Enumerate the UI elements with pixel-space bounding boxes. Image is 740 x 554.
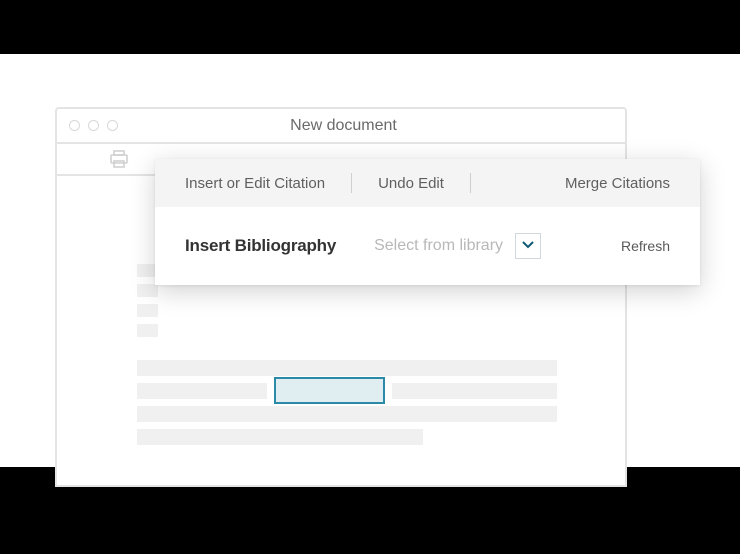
window-controls: [57, 120, 118, 131]
insert-bibliography-button[interactable]: Insert Bibliography: [185, 236, 336, 256]
placeholder-line: [392, 383, 557, 399]
library-select[interactable]: Select from library: [374, 233, 541, 259]
window-zoom-dot[interactable]: [107, 120, 118, 131]
citation-panel-toolbar: Insert or Edit Citation Undo Edit Merge …: [155, 159, 700, 207]
title-bar: New document: [57, 109, 625, 144]
refresh-button[interactable]: Refresh: [621, 238, 670, 254]
separator: [470, 173, 471, 193]
separator: [351, 173, 352, 193]
chevron-down-icon: [521, 237, 535, 255]
placeholder-line: [137, 304, 158, 317]
window-close-dot[interactable]: [69, 120, 80, 131]
merge-citations-button[interactable]: Merge Citations: [565, 175, 670, 192]
library-select-dropdown-button[interactable]: [515, 233, 541, 259]
citation-panel-actions: Insert Bibliography Select from library …: [155, 207, 700, 285]
print-icon[interactable]: [109, 150, 129, 168]
citation-panel: Insert or Edit Citation Undo Edit Merge …: [155, 159, 700, 285]
placeholder-line: [137, 383, 267, 399]
document-title: New document: [118, 117, 569, 135]
library-select-placeholder: Select from library: [374, 237, 503, 255]
undo-edit-button[interactable]: Undo Edit: [378, 175, 444, 192]
placeholder-line: [137, 360, 557, 376]
placeholder-line: [137, 406, 557, 422]
placeholder-line: [137, 429, 423, 445]
placeholder-line: [137, 284, 158, 297]
text-cursor-selection[interactable]: [274, 377, 385, 404]
insert-edit-citation-button[interactable]: Insert or Edit Citation: [185, 175, 325, 192]
window-minimize-dot[interactable]: [88, 120, 99, 131]
placeholder-line: [137, 324, 158, 337]
